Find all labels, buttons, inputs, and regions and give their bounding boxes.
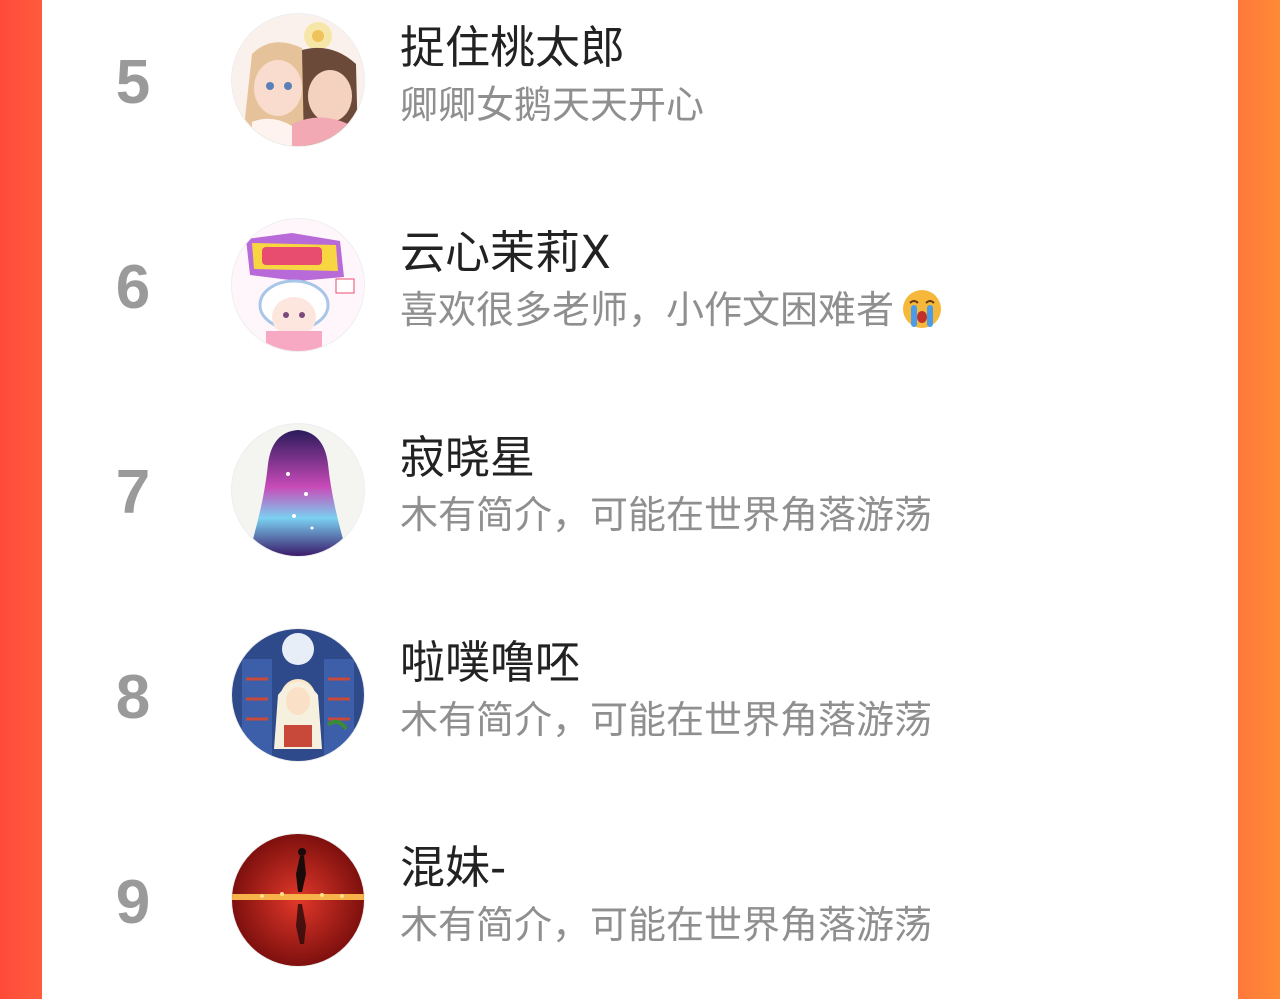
rank-number: 5 <box>115 48 151 117</box>
ranking-row[interactable]: 6 云心茉莉X 喜欢很多老师，小作文困难者 <box>42 205 1238 410</box>
rank-number: 7 <box>115 458 151 527</box>
ranking-row[interactable]: 8 啦噗噜呸 木有简介，可能在世界角落游荡 <box>42 615 1238 820</box>
user-bio: 木有简介，可能在世界角落游荡 <box>400 903 933 947</box>
ranking-row[interactable]: 5 捉住桃太郎 卿卿女鹅天天开心 <box>42 0 1238 205</box>
crying-face-icon <box>902 289 942 329</box>
user-bio: 喜欢很多老师，小作文困难者 <box>400 285 942 335</box>
ranking-row[interactable]: 9 混妹- 木有简介，可能在世界角落游荡 <box>42 820 1238 999</box>
user-name[interactable]: 寂晓星 <box>400 430 535 486</box>
ranking-list-card: 5 捉住桃太郎 卿卿女鹅天天开心 6 云心茉莉X 喜欢很多老师，小作文困难者 7… <box>42 0 1238 999</box>
galaxy-hair-silhouette-avatar[interactable] <box>232 424 364 556</box>
user-name[interactable]: 混妹- <box>400 840 506 896</box>
rank-number: 8 <box>115 663 151 732</box>
rank-number: 9 <box>115 868 151 937</box>
user-bio: 卿卿女鹅天天开心 <box>400 83 705 127</box>
success-sheep-avatar[interactable] <box>232 219 364 351</box>
user-name[interactable]: 云心茉莉X <box>400 225 611 281</box>
couple-illustration-avatar[interactable] <box>232 14 364 146</box>
rank-number: 6 <box>115 253 151 322</box>
page-background: 5 捉住桃太郎 卿卿女鹅天天开心 6 云心茉莉X 喜欢很多老师，小作文困难者 7… <box>0 0 1280 999</box>
user-name[interactable]: 捉住桃太郎 <box>400 20 625 76</box>
stained-glass-girl-avatar[interactable] <box>232 629 364 761</box>
user-bio-text: 喜欢很多老师，小作文困难者 <box>400 288 895 332</box>
red-reflection-figure-avatar[interactable] <box>232 834 364 966</box>
user-bio: 木有简介，可能在世界角落游荡 <box>400 493 933 537</box>
user-bio: 木有简介，可能在世界角落游荡 <box>400 698 933 742</box>
ranking-row[interactable]: 7 寂晓星 木有简介，可能在世界角落游荡 <box>42 410 1238 615</box>
user-name[interactable]: 啦噗噜呸 <box>400 635 580 691</box>
